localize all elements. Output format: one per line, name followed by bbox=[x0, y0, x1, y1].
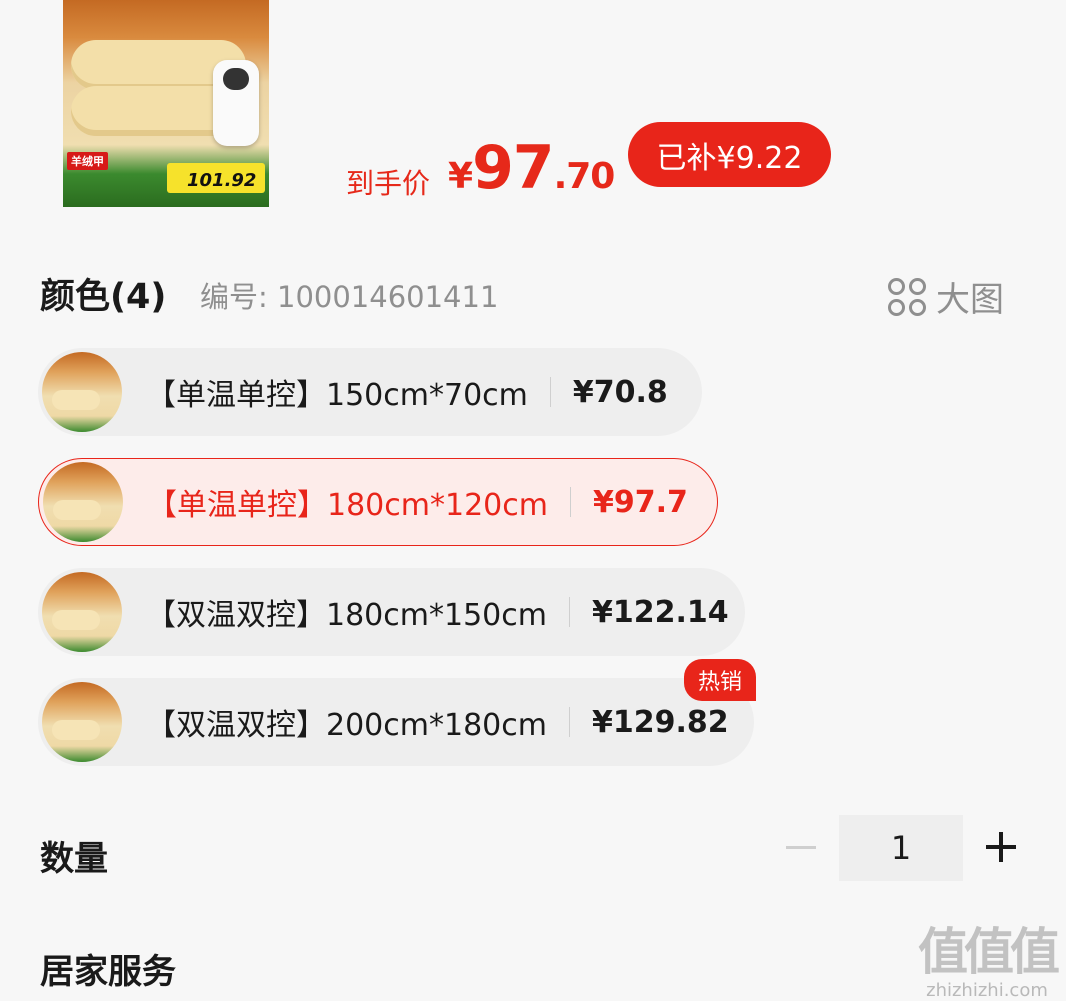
remote-control-graphic bbox=[213, 60, 259, 146]
quantity-input[interactable]: 1 bbox=[839, 815, 963, 881]
option-item-selected[interactable]: 【单温单控】180cm*120cm ¥97.7 bbox=[38, 458, 718, 546]
final-price-label: 到手价 bbox=[346, 167, 431, 200]
price-integer: 97 bbox=[472, 133, 554, 203]
quantity-label: 数量 bbox=[40, 839, 108, 879]
option-thumbnail bbox=[43, 462, 123, 542]
option-label: 【单温单控】150cm*70cm bbox=[146, 378, 528, 413]
price-currency: ¥ bbox=[448, 156, 473, 197]
big-picture-toggle[interactable]: 大图 bbox=[888, 272, 1004, 321]
option-divider bbox=[568, 707, 570, 737]
product-image[interactable]: 羊绒甲 101.92 bbox=[63, 0, 269, 207]
option-divider bbox=[569, 487, 571, 517]
option-label: 【双温双控】200cm*180cm bbox=[146, 708, 547, 743]
option-price: ¥129.82 bbox=[591, 704, 729, 740]
quantity-decrease-button[interactable] bbox=[786, 846, 816, 849]
product-brand-tag: 羊绒甲 bbox=[67, 152, 108, 170]
subsidy-badge: 已补¥9.22 bbox=[628, 122, 831, 187]
price-decimal: .70 bbox=[553, 156, 616, 197]
hot-sale-tag: 热销 bbox=[683, 659, 756, 701]
option-price: ¥97.7 bbox=[592, 484, 688, 520]
option-item[interactable]: 【单温单控】150cm*70cm ¥70.8 bbox=[38, 348, 702, 436]
grid-view-icon bbox=[888, 277, 926, 316]
option-price: ¥70.8 bbox=[572, 374, 668, 410]
option-thumbnail bbox=[42, 572, 122, 652]
final-price: ¥97.70 bbox=[448, 133, 616, 203]
watermark-logo: 值值值 bbox=[918, 923, 1060, 981]
option-item[interactable]: 【双温双控】180cm*150cm ¥122.14 bbox=[38, 568, 745, 656]
site-watermark: 值值值 zhizhizhi.com bbox=[914, 912, 1060, 1001]
option-item[interactable]: 【双温双控】200cm*180cm ¥129.82 热销 bbox=[38, 659, 756, 766]
big-picture-label: 大图 bbox=[936, 280, 1004, 320]
option-divider bbox=[549, 377, 551, 407]
home-service-label: 居家服务 bbox=[40, 952, 176, 992]
sku-number: 编号: 100014601411 bbox=[200, 280, 499, 314]
option-label: 【单温单控】180cm*120cm bbox=[147, 488, 548, 523]
option-divider bbox=[568, 597, 570, 627]
color-section-title: 颜色(4) bbox=[40, 277, 167, 317]
product-promo-badge-text: 101.92 bbox=[187, 170, 257, 191]
option-price: ¥122.14 bbox=[591, 594, 729, 630]
quantity-increase-button[interactable] bbox=[986, 832, 1016, 862]
option-thumbnail bbox=[42, 352, 122, 432]
option-thumbnail bbox=[42, 682, 122, 762]
option-label: 【双温双控】180cm*150cm bbox=[146, 598, 547, 633]
